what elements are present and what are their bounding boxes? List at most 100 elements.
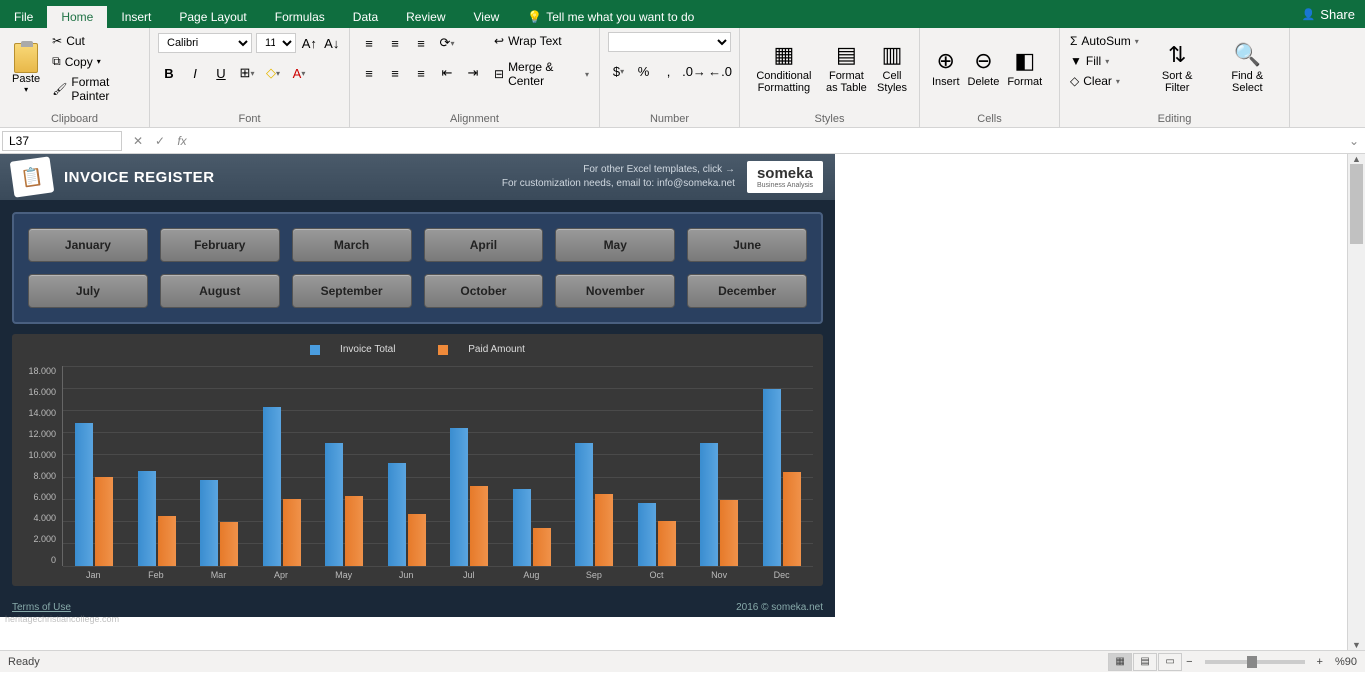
number-format-select[interactable] (608, 32, 731, 52)
tab-data[interactable]: Data (339, 6, 392, 28)
decrease-decimal-button[interactable]: ←.0 (709, 60, 731, 82)
bar-invoice-total-apr (263, 407, 281, 566)
align-top-button[interactable]: ≡ (358, 32, 380, 54)
font-color-button[interactable]: A (288, 62, 310, 84)
invoice-icon: 📋 (10, 156, 55, 197)
tab-insert[interactable]: Insert (107, 6, 165, 28)
paste-button[interactable]: Paste▾ (8, 32, 44, 104)
tab-home[interactable]: Home (47, 6, 107, 28)
zoom-slider[interactable] (1205, 660, 1305, 664)
autosum-button[interactable]: ΣAutoSum (1068, 32, 1141, 50)
view-buttons: ▦ ▤ ▭ (1108, 653, 1182, 671)
someka-logo: someka Business Analysis (747, 161, 823, 193)
expand-formula-bar[interactable]: ⌄ (1343, 134, 1365, 148)
month-button-october[interactable]: October (424, 274, 544, 308)
tab-view[interactable]: View (460, 6, 514, 28)
chart-y-axis: 18.00016.00014.00012.00010.0008.0006.000… (22, 366, 62, 566)
italic-button[interactable]: I (184, 62, 206, 84)
month-button-february[interactable]: February (160, 228, 280, 262)
increase-indent-button[interactable]: ⇥ (462, 62, 484, 84)
terms-link[interactable]: Terms of Use (12, 602, 71, 613)
bar-invoice-total-jun (388, 463, 406, 565)
formula-input[interactable] (196, 132, 1343, 150)
align-left-button[interactable]: ≡ (358, 62, 380, 84)
font-name-select[interactable]: Calibri (158, 33, 252, 53)
delete-cells-button[interactable]: ⊖Delete (964, 32, 1004, 104)
wrap-icon: ↩ (494, 34, 504, 48)
page-layout-view-button[interactable]: ▤ (1133, 653, 1157, 671)
sort-filter-button[interactable]: ⇅Sort & Filter (1147, 32, 1208, 104)
legend-box-paid (438, 345, 448, 355)
underline-button[interactable]: U (210, 62, 232, 84)
month-button-march[interactable]: March (292, 228, 412, 262)
format-painter-button[interactable]: 🖌Format Painter (50, 73, 141, 105)
merge-center-button[interactable]: ⊟Merge & Center (492, 58, 591, 90)
vertical-scrollbar[interactable]: ▲ ▼ (1347, 154, 1365, 650)
conditional-formatting-button[interactable]: ▦Conditional Formatting (748, 32, 820, 104)
month-button-january[interactable]: January (28, 228, 148, 262)
tab-page-layout[interactable]: Page Layout (165, 6, 260, 28)
align-center-button[interactable]: ≡ (384, 62, 406, 84)
format-cells-button[interactable]: ◧Format (1003, 32, 1046, 104)
format-as-table-button[interactable]: ▤Format as Table (820, 32, 873, 104)
zoom-level[interactable]: %90 (1335, 656, 1357, 668)
scroll-up-arrow[interactable]: ▲ (1348, 154, 1365, 164)
month-button-september[interactable]: September (292, 274, 412, 308)
zoom-out-button[interactable]: − (1182, 656, 1196, 668)
month-button-june[interactable]: June (687, 228, 807, 262)
enter-formula-button[interactable]: ✓ (150, 134, 170, 148)
month-button-december[interactable]: December (687, 274, 807, 308)
increase-decimal-button[interactable]: .0→ (683, 60, 705, 82)
copy-button[interactable]: ⧉Copy▾ (50, 52, 141, 71)
cancel-formula-button[interactable]: ✕ (128, 134, 148, 148)
align-right-button[interactable]: ≡ (410, 62, 432, 84)
align-middle-button[interactable]: ≡ (384, 32, 406, 54)
scroll-down-arrow[interactable]: ▼ (1348, 640, 1365, 650)
clear-button[interactable]: ◇Clear (1068, 72, 1141, 90)
find-select-button[interactable]: 🔍Find & Select (1214, 32, 1281, 104)
month-button-july[interactable]: July (28, 274, 148, 308)
bar-paid-amount-jun (408, 514, 426, 565)
cut-button[interactable]: ✂Cut (50, 32, 141, 50)
scroll-thumb[interactable] (1350, 164, 1363, 244)
comma-format-button[interactable]: , (658, 60, 679, 82)
decrease-font-button[interactable]: A↓ (323, 32, 341, 54)
bar-group-jun (376, 366, 439, 566)
month-button-august[interactable]: August (160, 274, 280, 308)
tell-me-box[interactable]: 💡 Tell me what you want to do (513, 6, 708, 28)
tab-formulas[interactable]: Formulas (261, 6, 339, 28)
fill-button[interactable]: ▼Fill (1068, 52, 1141, 70)
fill-color-button[interactable]: ◇ (262, 62, 284, 84)
tab-file[interactable]: File (0, 6, 47, 28)
month-button-november[interactable]: November (555, 274, 675, 308)
align-bottom-button[interactable]: ≡ (410, 32, 432, 54)
insert-cells-button[interactable]: ⊕Insert (928, 32, 964, 104)
font-size-select[interactable]: 11 (256, 33, 296, 53)
normal-view-button[interactable]: ▦ (1108, 653, 1132, 671)
bar-group-nov (688, 366, 751, 566)
tab-review[interactable]: Review (392, 6, 459, 28)
increase-font-button[interactable]: A↑ (300, 32, 318, 54)
cell-styles-button[interactable]: ▥Cell Styles (873, 32, 911, 104)
x-label-jul: Jul (437, 566, 500, 580)
menu-tabs: File Home Insert Page Layout Formulas Da… (0, 4, 708, 28)
bold-button[interactable]: B (158, 62, 180, 84)
orientation-button[interactable]: ⟳ (436, 32, 458, 54)
bar-group-jul (438, 366, 501, 566)
share-button[interactable]: Share (1302, 7, 1355, 22)
zoom-in-button[interactable]: + (1313, 656, 1327, 668)
month-button-may[interactable]: May (555, 228, 675, 262)
page-break-view-button[interactable]: ▭ (1158, 653, 1182, 671)
name-box[interactable] (2, 131, 122, 151)
formula-bar: ✕ ✓ fx ⌄ (0, 128, 1365, 154)
border-button[interactable]: ⊞ (236, 62, 258, 84)
clipboard-icon (14, 43, 38, 73)
wrap-text-button[interactable]: ↩Wrap Text (492, 32, 591, 50)
worksheet-area[interactable]: 📋 INVOICE REGISTER For other Excel templ… (0, 154, 1365, 650)
percent-format-button[interactable]: % (633, 60, 654, 82)
decrease-indent-button[interactable]: ⇤ (436, 62, 458, 84)
fill-icon: ▼ (1070, 54, 1082, 68)
accounting-format-button[interactable]: $ (608, 60, 629, 82)
fx-button[interactable]: fx (172, 134, 192, 148)
month-button-april[interactable]: April (424, 228, 544, 262)
